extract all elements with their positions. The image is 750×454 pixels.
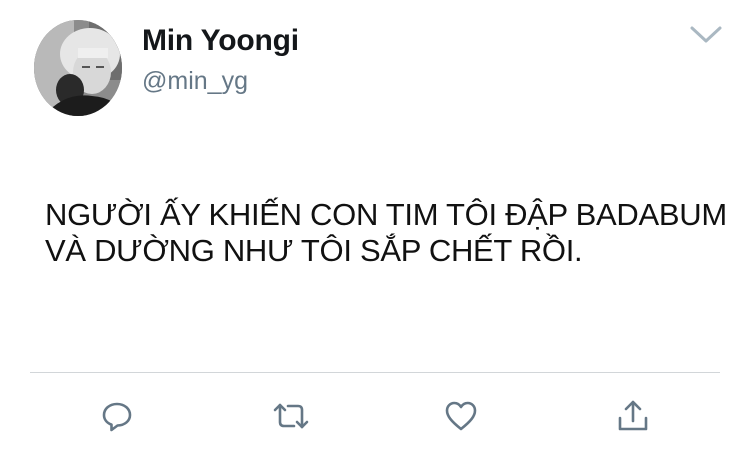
heart-icon	[445, 401, 477, 431]
avatar-photo	[34, 20, 122, 116]
retweet-icon	[273, 403, 309, 429]
reply-button[interactable]	[99, 398, 135, 434]
tweet-text-line: VÀ DƯỜNG NHƯ TÔI SẮP CHẾT RỒI.	[45, 233, 583, 268]
tweet-text: NGƯỜI ẤY KHIẾN CON TIM TÔI ĐẬP BADABUM V…	[45, 197, 735, 269]
tweet-text-line: NGƯỜI ẤY KHIẾN CON TIM TÔI ĐẬP BADABUM	[45, 197, 727, 232]
author-display-name[interactable]: Min Yoongi	[142, 24, 299, 58]
like-button[interactable]	[443, 398, 479, 434]
reply-icon	[102, 402, 132, 432]
retweet-button[interactable]	[271, 398, 311, 434]
divider	[30, 372, 720, 373]
author-handle[interactable]: @min_yg	[142, 67, 248, 96]
avatar[interactable]	[34, 20, 122, 116]
tweet-card: Min Yoongi @min_yg NGƯỜI ẤY KHIẾN CON TI…	[0, 0, 750, 454]
share-button[interactable]	[615, 398, 651, 434]
chevron-down-icon[interactable]	[688, 22, 724, 48]
share-icon	[618, 400, 648, 431]
